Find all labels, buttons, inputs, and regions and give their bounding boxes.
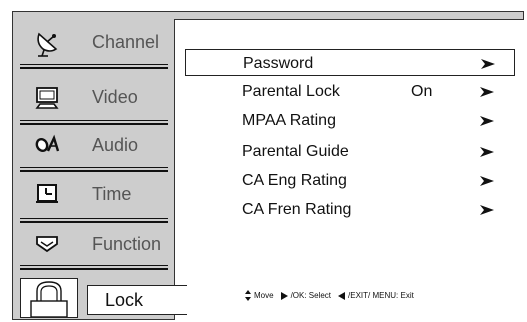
sidebar-item-label: Video [92,87,138,107]
sidebar-item-video[interactable]: Video [12,74,174,121]
menu-item-mpaa-rating[interactable]: MPAA Rating [185,107,515,134]
sidebar-divider [20,64,168,69]
arrow-right-icon [480,205,494,215]
arrow-right-icon [480,87,494,97]
sidebar-item-label: Channel [92,32,160,52]
sidebar-item-label: Function [92,234,162,254]
satellite-dish-icon [34,31,60,57]
sidebar-item-function[interactable]: Function [12,221,174,268]
arrow-right-icon [480,116,494,126]
sidebar-item-time[interactable]: Time [12,171,174,218]
monitor-icon [34,86,60,109]
up-down-arrow-icon [245,290,251,301]
function-icon [34,233,60,255]
sidebar-item-label: Lock [105,290,144,310]
sidebar-item-audio[interactable]: Audio [12,122,174,169]
arrow-right-icon [480,176,494,186]
hint-select: /OK: Select [290,291,332,300]
sidebar-item-label: Audio [92,135,139,155]
hint-exit: /EXIT/ MENU: Exit [348,291,414,300]
audio-icon [34,134,60,156]
menu-item-parental-lock[interactable]: Parental Lock On [185,78,515,105]
padlock-icon [20,278,78,318]
menu-item-label: CA Fren Rating [242,201,352,218]
menu-item-label: MPAA Rating [242,112,336,129]
navigation-hint: Move /OK: Select /EXIT/ MENU: Exit [245,290,414,301]
menu-item-label: Parental Lock [242,83,340,100]
menu-item-label: Password [243,55,314,72]
sidebar-item-channel[interactable]: Channel [12,19,174,66]
menu-item-ca-eng-rating[interactable]: CA Eng Rating [185,167,515,194]
arrow-left-icon [338,291,346,300]
menu-item-password[interactable]: Password [185,49,515,76]
clock-icon [34,183,60,205]
arrow-right-icon [280,291,288,300]
sidebar-item-label: Time [92,184,132,204]
menu-item-value: On [411,83,433,100]
menu-item-ca-fren-rating[interactable]: CA Fren Rating [185,196,515,223]
hint-move: Move [254,291,274,300]
menu-item-label: CA Eng Rating [242,172,347,189]
menu-item-parental-guide[interactable]: Parental Guide [185,138,515,165]
arrow-right-icon [480,147,494,157]
arrow-right-icon [481,59,495,69]
menu-item-label: Parental Guide [242,143,349,160]
